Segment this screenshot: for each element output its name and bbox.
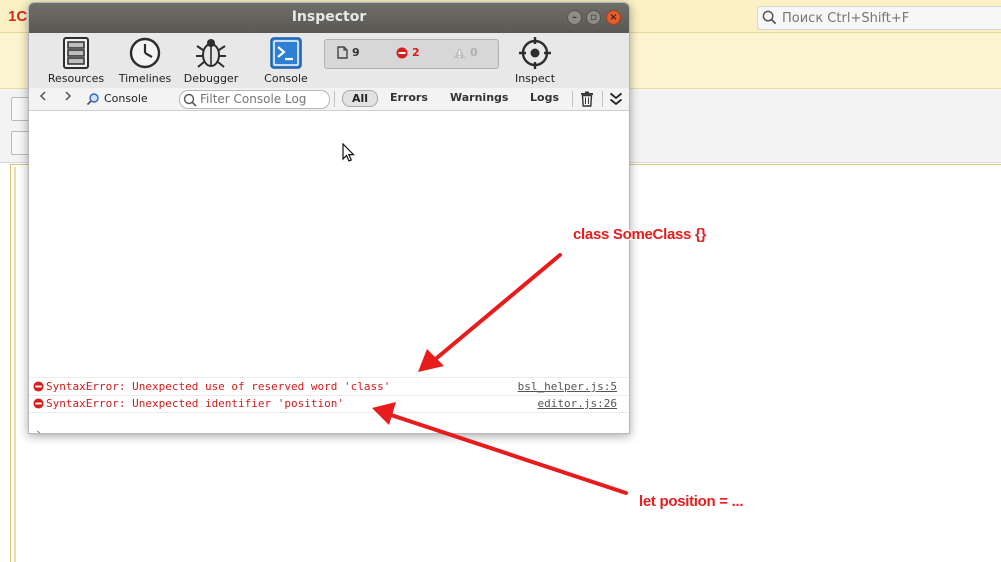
mouse-cursor-icon [342,143,355,162]
annotation-arrow-position [372,402,628,495]
annotation-arrows [372,253,628,495]
annotation-arrow-class [418,253,562,372]
annotation-let-position: let position = ... [639,493,744,510]
annotation-class-someclass: class SomeClass {} [573,226,707,243]
